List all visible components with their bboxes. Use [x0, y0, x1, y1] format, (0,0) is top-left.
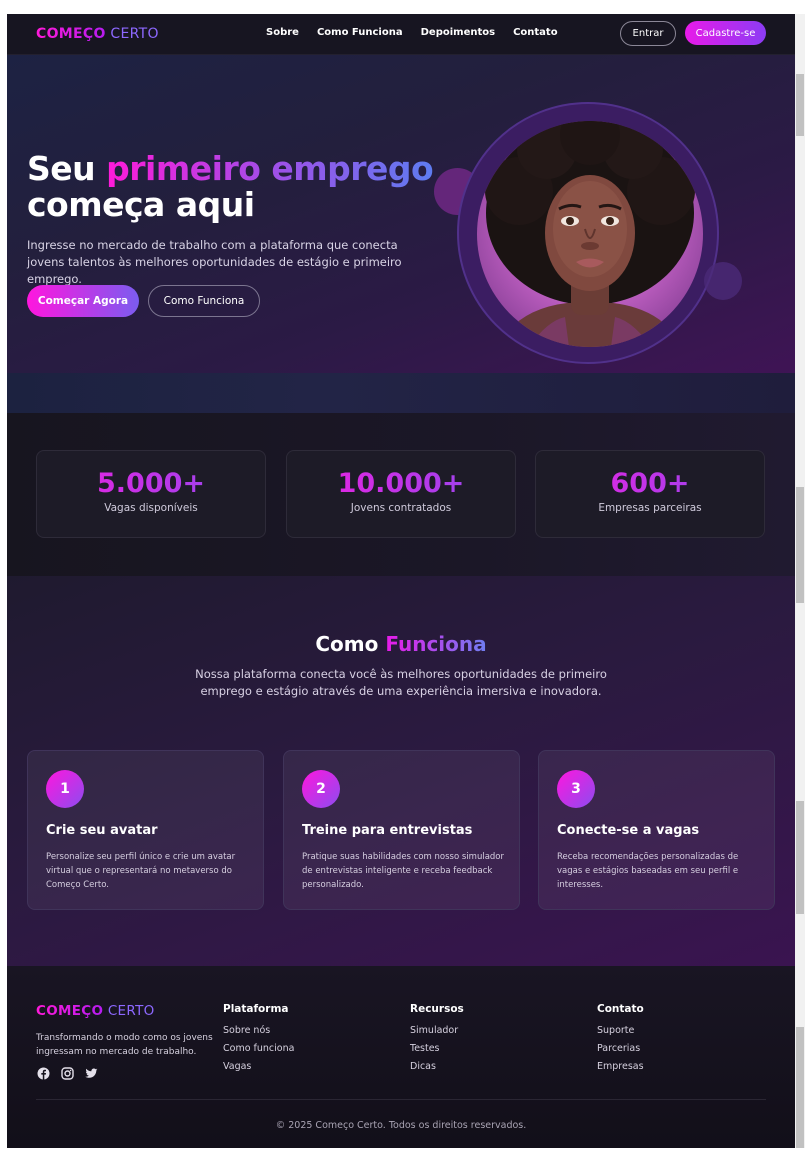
footer-link[interactable]: Vagas — [223, 1061, 294, 1072]
logo-bold-text: COMEÇO — [36, 1003, 104, 1019]
footer-heading: Recursos — [410, 1003, 464, 1015]
stat-card: 600+ Empresas parceiras — [535, 450, 765, 538]
scrollbar-thumb[interactable] — [796, 1027, 804, 1148]
footer-heading: Plataforma — [223, 1003, 289, 1015]
decorative-bubble — [704, 262, 742, 300]
stat-card: 10.000+ Jovens contratados — [286, 450, 516, 538]
footer-link[interactable]: Suporte — [597, 1025, 644, 1036]
nav-links: Sobre Como Funciona Depoimentos Contato — [266, 27, 558, 38]
stat-value: 10.000+ — [287, 467, 515, 500]
copyright-text: © 2025 Começo Certo. Todos os direitos r… — [275, 1120, 527, 1131]
login-button[interactable]: Entrar — [620, 21, 676, 46]
hero-title: Seu primeiro emprego começa aqui — [27, 149, 434, 224]
footer-heading: Contato — [597, 1003, 644, 1015]
nav-link-contato[interactable]: Contato — [513, 27, 558, 38]
footer-column-plataforma: Plataforma Sobre nós Como funciona Vagas — [223, 1003, 294, 1079]
signup-button[interactable]: Cadastre-se — [685, 21, 766, 45]
stat-value: 600+ — [536, 467, 764, 500]
footer-logo[interactable]: COMEÇO CERTO — [36, 1003, 155, 1019]
hero-title-plain: Seu — [27, 149, 96, 188]
footer-description: Transformando o modo como os jovens ingr… — [36, 1033, 213, 1057]
step-description: Personalize seu perfil único e crie um a… — [46, 852, 236, 890]
stat-label: Jovens contratados — [350, 502, 452, 514]
step-title: Crie seu avatar — [46, 823, 158, 838]
stats-section: 5.000+ Vagas disponíveis 10.000+ Jovens … — [7, 413, 795, 576]
step-title: Treine para entrevistas — [302, 823, 473, 838]
scrollbar-thumb[interactable] — [796, 74, 804, 136]
scrollbar-thumb[interactable] — [796, 487, 804, 603]
footer-link[interactable]: Dicas — [410, 1061, 464, 1072]
section-subtitle: Nossa plataforma conecta você às melhore… — [195, 667, 607, 698]
step-description: Receba recomendações personalizadas de v… — [557, 852, 739, 890]
instagram-icon[interactable] — [61, 1067, 74, 1080]
step-number-badge: 2 — [302, 770, 340, 808]
section-title-plain: Como — [315, 632, 379, 656]
footer-link[interactable]: Como funciona — [223, 1043, 294, 1054]
section-divider-band — [7, 373, 795, 413]
footer-link[interactable]: Simulador — [410, 1025, 464, 1036]
how-it-works-section: Como Funciona Nossa plataforma conecta v… — [7, 576, 795, 966]
footer-link[interactable]: Parcerias — [597, 1043, 644, 1054]
footer: COMEÇO CERTO Transformando o modo como o… — [7, 966, 795, 1148]
step-number-badge: 3 — [557, 770, 595, 808]
page: COMEÇO CERTO Sobre Como Funciona Depoime… — [7, 14, 795, 1148]
footer-divider — [36, 1099, 766, 1100]
stat-value: 5.000+ — [37, 467, 265, 500]
stat-label: Vagas disponíveis — [104, 502, 198, 514]
logo-light-text: CERTO — [110, 26, 159, 42]
step-card: 3 Conecte-se a vagas Receba recomendaçõe… — [538, 750, 775, 910]
how-it-works-button[interactable]: Como Funciona — [148, 285, 260, 317]
navbar: COMEÇO CERTO Sobre Como Funciona Depoime… — [7, 14, 795, 55]
twitter-icon[interactable] — [85, 1067, 98, 1080]
footer-link[interactable]: Empresas — [597, 1061, 644, 1072]
nav-link-depoimentos[interactable]: Depoimentos — [421, 27, 495, 38]
nav-link-sobre[interactable]: Sobre — [266, 27, 299, 38]
scrollbar-thumb[interactable] — [796, 801, 804, 914]
step-title: Conecte-se a vagas — [557, 823, 700, 838]
step-card: 1 Crie seu avatar Personalize seu perfil… — [27, 750, 264, 910]
logo-light-text: CERTO — [107, 1003, 155, 1019]
footer-column-contato: Contato Suporte Parcerias Empresas — [597, 1003, 644, 1079]
step-description: Pratique suas habilidades com nosso simu… — [302, 852, 504, 890]
nav-link-como-funciona[interactable]: Como Funciona — [317, 27, 403, 38]
footer-link[interactable]: Sobre nós — [223, 1025, 294, 1036]
footer-column-recursos: Recursos Simulador Testes Dicas — [410, 1003, 464, 1079]
stat-card: 5.000+ Vagas disponíveis — [36, 450, 266, 538]
hero-section: Seu primeiro emprego começa aqui Ingress… — [7, 55, 795, 373]
section-title-accent: Funciona — [385, 632, 487, 656]
social-links — [37, 1067, 98, 1080]
scrollbar[interactable] — [795, 14, 805, 1148]
step-number-badge: 1 — [46, 770, 84, 808]
hero-title-line2: começa aqui — [27, 185, 255, 224]
hero-avatar-image — [477, 121, 703, 347]
hero-subtitle: Ingresse no mercado de trabalho com a pl… — [27, 238, 402, 286]
stat-label: Empresas parceiras — [598, 502, 702, 514]
logo[interactable]: COMEÇO CERTO — [36, 26, 159, 42]
hero-title-accent: primeiro emprego — [106, 149, 434, 188]
step-card: 2 Treine para entrevistas Pratique suas … — [283, 750, 520, 910]
section-title: Como Funciona — [7, 632, 795, 656]
start-now-button[interactable]: Começar Agora — [27, 285, 139, 317]
facebook-icon[interactable] — [37, 1067, 50, 1080]
logo-bold-text: COMEÇO — [36, 26, 106, 42]
footer-link[interactable]: Testes — [410, 1043, 464, 1054]
